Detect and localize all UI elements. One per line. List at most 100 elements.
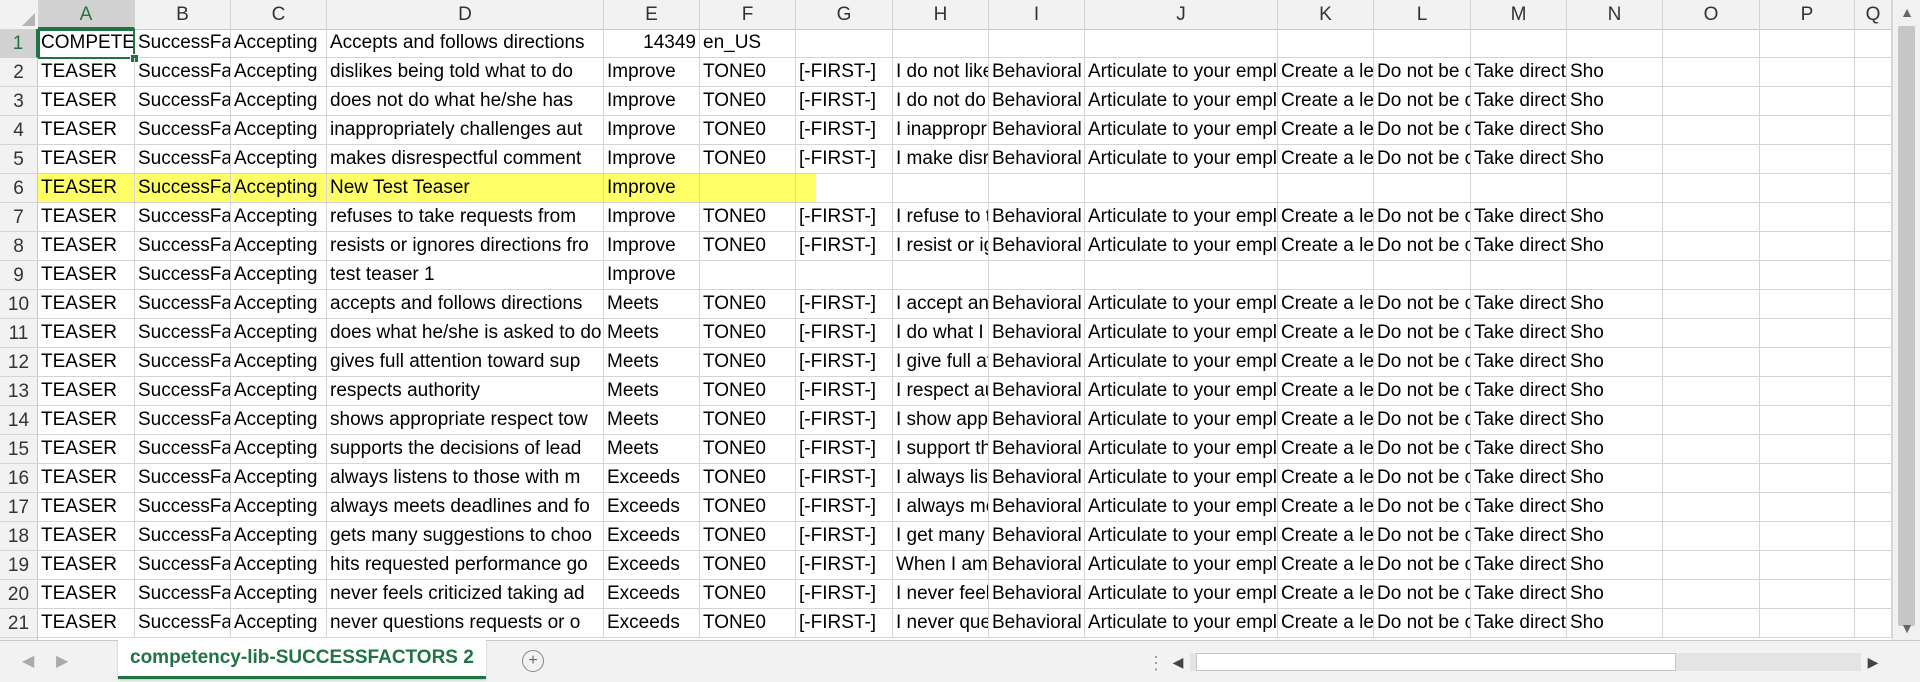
row-header[interactable]: 8 <box>0 232 38 261</box>
tab-prev-icon[interactable]: ◀ <box>22 651 34 671</box>
cell-k16[interactable]: Create a level of mutual <box>1278 464 1374 493</box>
cell-k13[interactable]: Create a level of mutual <box>1278 377 1374 406</box>
cell-o17[interactable] <box>1663 493 1760 522</box>
cell-m19[interactable]: Take directions as opportunities <box>1471 551 1567 580</box>
cell-c8[interactable]: Accepting <box>231 232 327 261</box>
cell-d12[interactable]: gives full attention toward sup <box>327 348 604 377</box>
cell-d11[interactable]: does what he/she is asked to do <box>327 319 604 348</box>
cell-f9[interactable] <box>700 261 796 290</box>
cell-o19[interactable] <box>1663 551 1760 580</box>
cell-a6[interactable]: TEASER <box>38 174 135 203</box>
cell-c4[interactable]: Accepting <box>231 116 327 145</box>
cell-m3[interactable]: Take directions as opportunities <box>1471 87 1567 116</box>
cell-i16[interactable]: Behavioral <box>989 464 1085 493</box>
cell-b15[interactable]: SuccessFactors <box>135 435 231 464</box>
cell-h18[interactable]: I get many s <box>893 522 989 551</box>
cell-k14[interactable]: Create a level of mutual <box>1278 406 1374 435</box>
cell-b20[interactable]: SuccessFactors <box>135 580 231 609</box>
cell-b12[interactable]: SuccessFactors <box>135 348 231 377</box>
cell-p18[interactable] <box>1760 522 1855 551</box>
row-header[interactable]: 4 <box>0 116 38 145</box>
scroll-left-icon[interactable]: ◀ <box>1168 651 1188 673</box>
cell-e2[interactable]: Improve <box>604 58 700 87</box>
cell-q1[interactable] <box>1855 29 1892 58</box>
cell-f10[interactable]: TONE0 <box>700 290 796 319</box>
cell-g5[interactable]: [-FIRST-] <box>796 145 893 174</box>
cell-h12[interactable]: I give full attention <box>893 348 989 377</box>
cell-l1[interactable] <box>1374 29 1471 58</box>
cell-o18[interactable] <box>1663 522 1760 551</box>
column-header-i[interactable]: I <box>989 0 1085 29</box>
cell-m4[interactable]: Take directions as opportunities <box>1471 116 1567 145</box>
cell-m13[interactable]: Take directions as opportunities <box>1471 377 1567 406</box>
cell-g16[interactable]: [-FIRST-] <box>796 464 893 493</box>
cell-g18[interactable]: [-FIRST-] <box>796 522 893 551</box>
cell-k20[interactable]: Create a level of mutual <box>1278 580 1374 609</box>
cell-m6[interactable] <box>1471 174 1567 203</box>
cell-c9[interactable]: Accepting <box>231 261 327 290</box>
cell-p16[interactable] <box>1760 464 1855 493</box>
cell-p10[interactable] <box>1760 290 1855 319</box>
cell-q2[interactable] <box>1855 58 1892 87</box>
cell-o9[interactable] <box>1663 261 1760 290</box>
cell-b9[interactable]: SuccessFactors <box>135 261 231 290</box>
scroll-right-icon[interactable]: ▶ <box>1863 651 1883 673</box>
cell-i7[interactable]: Behavioral <box>989 203 1085 232</box>
cell-m14[interactable]: Take directions as opportunities <box>1471 406 1567 435</box>
cell-e15[interactable]: Meets <box>604 435 700 464</box>
cell-l13[interactable]: Do not be offended <box>1374 377 1471 406</box>
cell-c18[interactable]: Accepting <box>231 522 327 551</box>
cell-a7[interactable]: TEASER <box>38 203 135 232</box>
column-header-j[interactable]: J <box>1085 0 1278 29</box>
horizontal-scrollbar[interactable]: ◀ ▶ <box>1168 651 1883 673</box>
cell-d2[interactable]: dislikes being told what to do <box>327 58 604 87</box>
cell-q3[interactable] <box>1855 87 1892 116</box>
cell-p20[interactable] <box>1760 580 1855 609</box>
cell-i20[interactable]: Behavioral <box>989 580 1085 609</box>
cell-d16[interactable]: always listens to those with m <box>327 464 604 493</box>
cell-l2[interactable]: Do not be offended <box>1374 58 1471 87</box>
cell-h16[interactable]: I always listen <box>893 464 989 493</box>
cell-f6[interactable] <box>700 174 796 203</box>
row-header[interactable]: 10 <box>0 290 38 319</box>
cell-e10[interactable]: Meets <box>604 290 700 319</box>
cell-c2[interactable]: Accepting <box>231 58 327 87</box>
vertical-scrollbar[interactable]: ▲ ▼ <box>1892 0 1920 640</box>
cell-p9[interactable] <box>1760 261 1855 290</box>
cell-a21[interactable]: TEASER <box>38 609 135 638</box>
cell-o21[interactable] <box>1663 609 1760 638</box>
cell-a16[interactable]: TEASER <box>38 464 135 493</box>
cell-i15[interactable]: Behavioral <box>989 435 1085 464</box>
cell-c13[interactable]: Accepting <box>231 377 327 406</box>
cell-f14[interactable]: TONE0 <box>700 406 796 435</box>
cell-d8[interactable]: resists or ignores directions fro <box>327 232 604 261</box>
cell-l3[interactable]: Do not be offended <box>1374 87 1471 116</box>
cell-h10[interactable]: I accept and <box>893 290 989 319</box>
cell-d5[interactable]: makes disrespectful comment <box>327 145 604 174</box>
cell-g21[interactable]: [-FIRST-] <box>796 609 893 638</box>
cell-j16[interactable]: Articulate to your employee <box>1085 464 1278 493</box>
cell-j11[interactable]: Articulate to your employee <box>1085 319 1278 348</box>
column-header-f[interactable]: F <box>700 0 796 29</box>
cell-k15[interactable]: Create a level of mutual <box>1278 435 1374 464</box>
cell-q19[interactable] <box>1855 551 1892 580</box>
cell-a9[interactable]: TEASER <box>38 261 135 290</box>
cell-e6[interactable]: Improve <box>604 174 700 203</box>
column-header-o[interactable]: O <box>1663 0 1760 29</box>
cell-a8[interactable]: TEASER <box>38 232 135 261</box>
cell-k6[interactable] <box>1278 174 1374 203</box>
cell-g3[interactable]: [-FIRST-] <box>796 87 893 116</box>
cell-g20[interactable]: [-FIRST-] <box>796 580 893 609</box>
cell-q18[interactable] <box>1855 522 1892 551</box>
cell-c5[interactable]: Accepting <box>231 145 327 174</box>
cell-m16[interactable]: Take directions as opportunities <box>1471 464 1567 493</box>
cell-n19[interactable]: Sho <box>1567 551 1663 580</box>
cell-k21[interactable]: Create a level of mutual <box>1278 609 1374 638</box>
cell-p11[interactable] <box>1760 319 1855 348</box>
column-header-n[interactable]: N <box>1567 0 1663 29</box>
row-header[interactable]: 11 <box>0 319 38 348</box>
row-header[interactable]: 14 <box>0 406 38 435</box>
column-header-b[interactable]: B <box>135 0 231 29</box>
cell-n11[interactable]: Sho <box>1567 319 1663 348</box>
cell-j18[interactable]: Articulate to your employee <box>1085 522 1278 551</box>
